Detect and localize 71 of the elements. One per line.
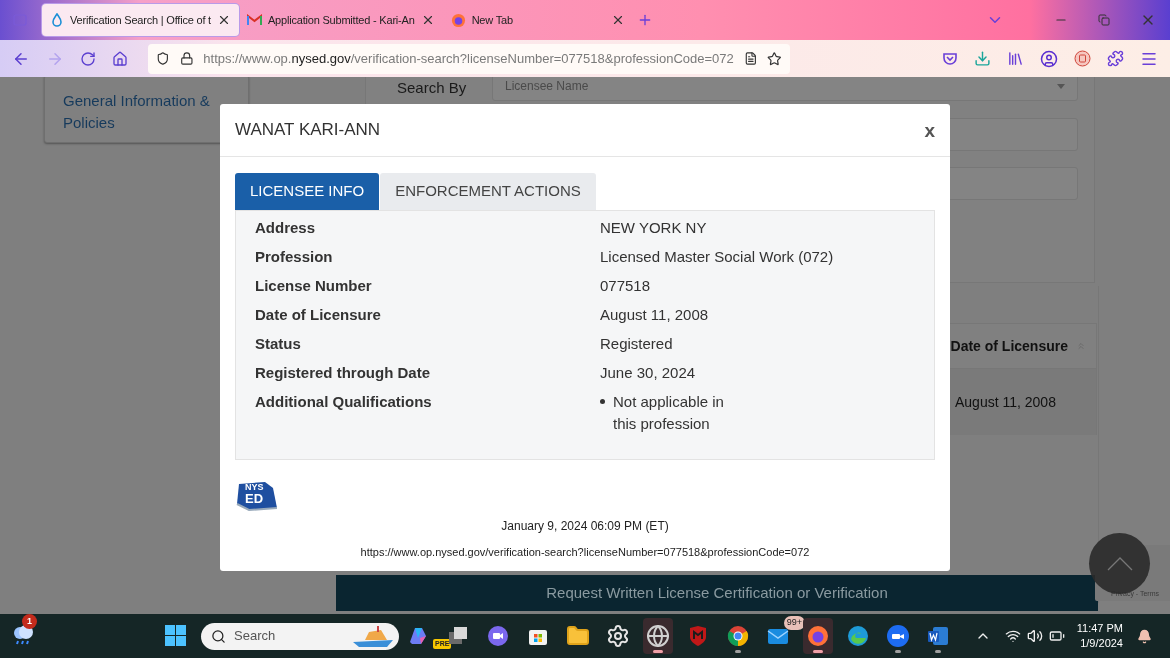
home-icon[interactable]	[112, 50, 128, 67]
tab-title: Verification Search | Office of t	[70, 12, 211, 28]
bullet-icon	[600, 399, 605, 404]
settings-icon	[606, 624, 630, 648]
wifi-icon[interactable]	[1004, 628, 1021, 644]
field-value: NEW YORK NY	[600, 218, 707, 237]
field-value: 077518	[600, 276, 651, 295]
modal-tab[interactable]: LICENSEE INFO	[235, 173, 380, 210]
chrome-icon	[726, 624, 750, 648]
field-label: Registered through Date	[255, 363, 432, 382]
browser-tab[interactable]: Verification Search | Office of t	[42, 4, 239, 36]
field-value: Not applicable in this profession	[613, 392, 725, 434]
field-label: Profession	[255, 247, 334, 266]
search-field[interactable]: Search	[201, 622, 399, 650]
field-label: Additional Qualifications	[255, 392, 433, 411]
globe-icon	[646, 624, 670, 648]
lock-icon	[179, 51, 194, 66]
reader-icon[interactable]	[743, 51, 758, 66]
modal-title: WANAT KARI-ANN	[235, 119, 381, 142]
count-badge: 99+	[783, 616, 805, 630]
library-icon[interactable]	[1007, 50, 1024, 67]
address-bar[interactable]: https://www.op.nysed.gov/verification-search?licenseNumber=077518&professionCode=072	[148, 43, 790, 74]
download-icon[interactable]	[974, 50, 991, 67]
word-icon	[926, 624, 950, 648]
shield-icon	[156, 51, 170, 66]
folder-icon	[566, 624, 590, 648]
battery-icon[interactable]	[1048, 628, 1065, 644]
close-button[interactable]: x	[924, 120, 935, 140]
dropdown-caret-icon	[1057, 83, 1065, 89]
field-value: Licensed Master Social Work (072)	[600, 247, 834, 266]
browser-tab[interactable]: Application Submitted - Kari-An	[238, 4, 443, 36]
taskbar-app[interactable]	[803, 618, 833, 654]
video-chat-icon	[486, 624, 510, 648]
volume-icon[interactable]	[1026, 628, 1043, 644]
chevron-up-icon	[1106, 556, 1133, 571]
search-by-label: Search By	[397, 78, 467, 98]
bookmark-star-icon[interactable]	[767, 50, 782, 67]
field-value: August 11, 2008	[600, 305, 709, 324]
pocket-icon[interactable]	[942, 51, 958, 66]
field-value: June 30, 2024	[600, 363, 696, 382]
tab-title: Application Submitted - Kari-An	[267, 12, 415, 28]
fox-icon	[806, 624, 830, 648]
extension-badge-icon[interactable]	[1074, 50, 1091, 67]
fox-icon	[450, 12, 466, 28]
search-icon	[211, 628, 226, 644]
modal-tab[interactable]: ENFORCEMENT ACTIONS	[380, 173, 596, 210]
mail-icon	[246, 14, 262, 26]
reload-icon[interactable]	[80, 50, 96, 67]
field-value: Registered	[600, 334, 673, 353]
notification-badge: 1	[22, 614, 37, 629]
start-icon[interactable]	[165, 625, 187, 647]
request-button[interactable]: Request Written License Certification or Verification	[336, 575, 1098, 611]
field-label: Status	[255, 334, 302, 353]
clock-time[interactable]: 11:47 PM	[1076, 621, 1123, 636]
field-label: Address	[255, 218, 317, 237]
browser-tab[interactable]: New Tab	[442, 4, 633, 36]
url-text: https://www.op.nysed.gov/verification-search?licenseNumber=077518&professionCode=072	[203, 49, 734, 68]
taskbar-app[interactable]	[643, 618, 673, 654]
tab-title: New Tab	[471, 12, 514, 28]
clock-date[interactable]: 1/9/2024	[1080, 636, 1123, 651]
edge-icon	[846, 624, 870, 648]
account-icon[interactable]	[1040, 49, 1058, 68]
extensions-icon[interactable]	[1107, 50, 1124, 67]
drop-icon	[50, 13, 64, 27]
boat-icon	[351, 625, 395, 648]
notifications-icon[interactable]	[1137, 628, 1152, 644]
timestamp: January 9, 2024 06:09 PM (ET)	[500, 518, 670, 535]
page-url: https://www.op.nysed.gov/verification-search?licenseNumber=077518&professionCode=072	[359, 545, 811, 560]
field-label: License Number	[255, 276, 373, 295]
field-label: Date of Licensure	[255, 305, 382, 324]
zoom-icon	[886, 624, 910, 648]
